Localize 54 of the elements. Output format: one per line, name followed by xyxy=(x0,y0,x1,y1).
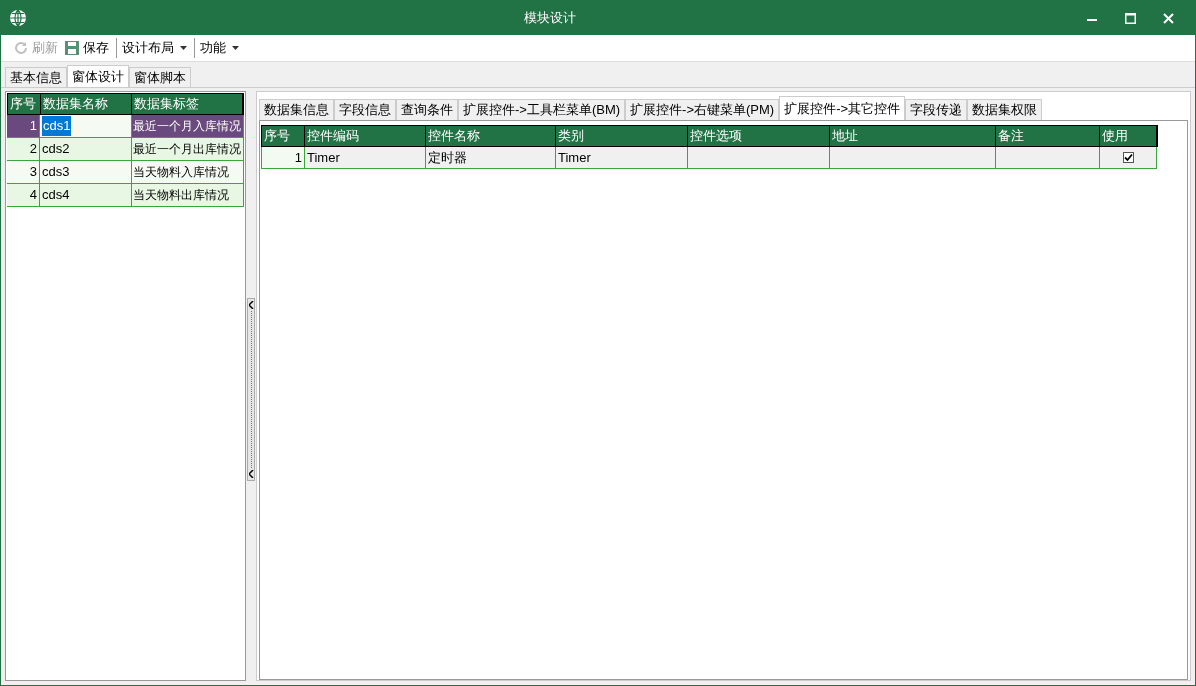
tab[interactable]: 数据集权限 xyxy=(967,99,1043,120)
table-cell: 最近一个月出库情况 xyxy=(132,138,244,160)
tab[interactable]: 扩展控件->工具栏菜单(BM) xyxy=(458,99,626,120)
table-row[interactable]: 3 cds3 当天物料入库情况 xyxy=(7,161,244,184)
refresh-icon xyxy=(13,40,29,56)
table-cell: Timer xyxy=(556,147,688,168)
table-row[interactable]: 4 cds4 当天物料出库情况 xyxy=(7,184,244,207)
table-row[interactable]: 1 cds1 最近一个月入库情况 xyxy=(7,115,244,138)
tab[interactable]: 数据集信息 xyxy=(259,99,334,120)
collapse-left-icon xyxy=(248,301,254,309)
toolbar-button[interactable]: 设计布局 xyxy=(120,36,189,60)
splitter[interactable] xyxy=(247,298,255,481)
table-cell: cds1 xyxy=(40,115,132,137)
tab[interactable]: 字段传递 xyxy=(905,99,968,120)
table-cell: 当天物料出库情况 xyxy=(132,184,244,206)
column-header: 地址 xyxy=(830,126,996,146)
table-cell: Timer xyxy=(305,147,426,168)
column-header: 控件选项 xyxy=(688,126,830,146)
tab[interactable]: 字段信息 xyxy=(334,99,396,120)
table-cell: 2 xyxy=(7,138,40,160)
tab[interactable]: 扩展控件->右键菜单(PM) xyxy=(625,99,780,120)
tab[interactable]: 查询条件 xyxy=(396,99,458,120)
toolbar-button[interactable]: 功能 xyxy=(198,36,241,60)
maximize-icon xyxy=(1124,12,1136,24)
close-icon xyxy=(1162,12,1174,24)
window-title: 模块设计 xyxy=(523,9,577,28)
globe-icon xyxy=(9,9,27,27)
column-header: 数据集名称 xyxy=(40,94,132,114)
checkbox[interactable] xyxy=(1122,152,1134,163)
column-header: 控件名称 xyxy=(426,126,556,146)
tab[interactable]: 基本信息 xyxy=(5,67,67,87)
table-cell: 4 xyxy=(7,184,40,206)
table-cell: 最近一个月入库情况 xyxy=(132,115,244,137)
column-header: 序号 xyxy=(262,126,305,146)
column-header: 类别 xyxy=(556,126,688,146)
table-cell: cds3 xyxy=(40,161,132,183)
table-cell: 3 xyxy=(7,161,40,183)
collapse-left-icon xyxy=(248,470,254,478)
column-header: 序号 xyxy=(8,94,41,114)
table-cell: 定时器 xyxy=(426,147,556,168)
table-cell: cds2 xyxy=(40,138,132,160)
table-row[interactable]: 2 cds2 最近一个月出库情况 xyxy=(7,138,244,161)
toolbar-button[interactable]: 保存 xyxy=(62,36,111,60)
column-header: 控件编码 xyxy=(305,126,426,146)
column-header: 数据集标签 xyxy=(131,94,243,114)
tab[interactable]: 扩展控件->其它控件 xyxy=(779,96,906,120)
column-header: 备注 xyxy=(996,126,1100,146)
table-cell: 1 xyxy=(262,147,305,168)
tab[interactable]: 窗体设计 xyxy=(67,65,129,88)
save-icon xyxy=(64,40,80,56)
table-cell: cds4 xyxy=(40,184,132,206)
table-cell: 当天物料入库情况 xyxy=(132,161,244,183)
column-header: 使用 xyxy=(1100,126,1157,146)
tab[interactable]: 窗体脚本 xyxy=(129,67,191,87)
